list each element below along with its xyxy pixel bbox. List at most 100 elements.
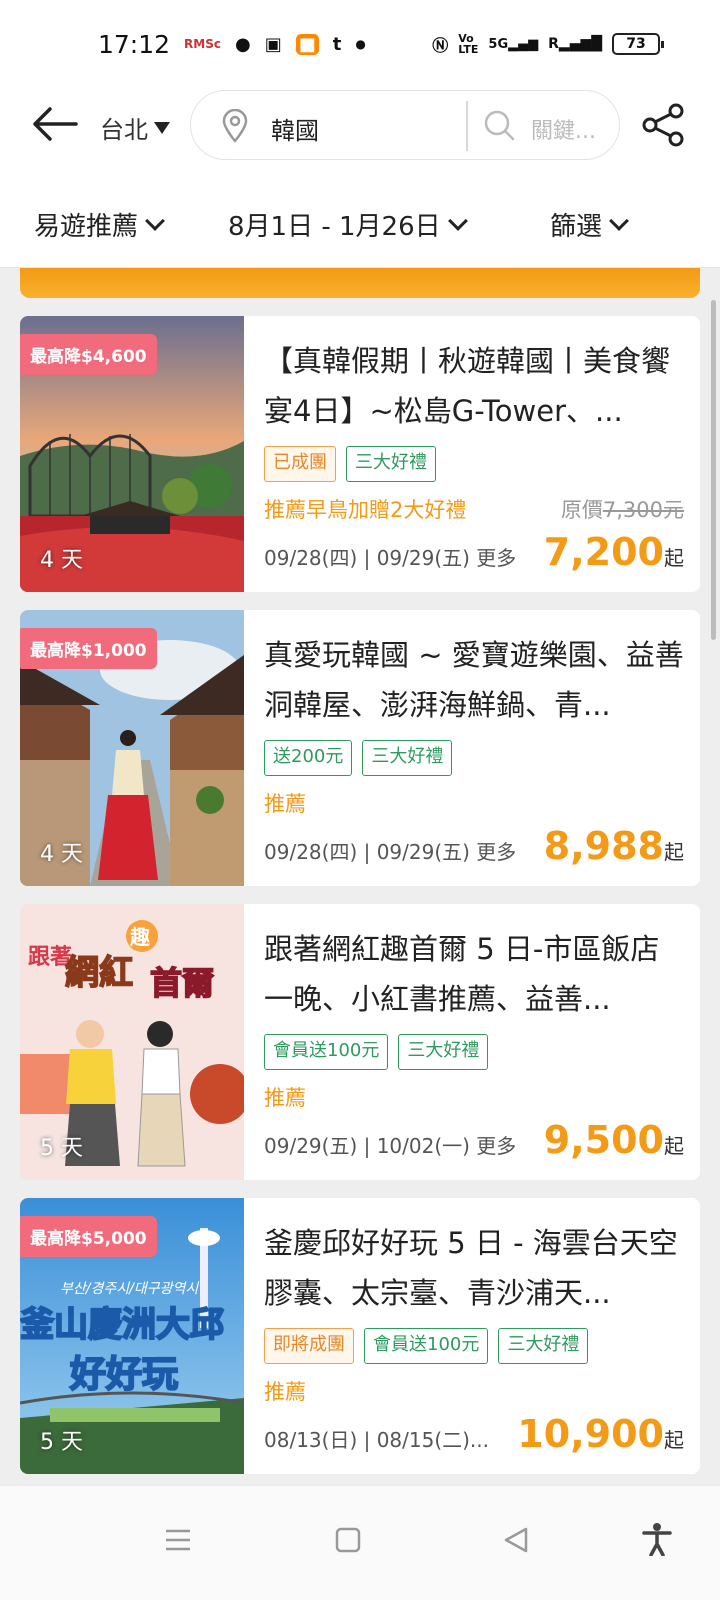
back-arrow-icon[interactable] [30, 104, 80, 144]
date-price-row: 08/13(日) | 08/15(二)... 10,900起 [264, 1412, 684, 1456]
tag: 已成團 [264, 446, 336, 482]
price-value: 7,200 [543, 530, 664, 574]
notification-icons: RMSc ● ▣ ■ t ● [184, 33, 366, 55]
tour-title[interactable]: 釜慶邱好好玩 5 日 - 海雲台天空膠囊、太宗臺、青沙浦天... [264, 1218, 684, 1318]
status-time: 17:12 [98, 29, 171, 59]
tour-title[interactable]: 【真韓假期丨秋遊韓國丨美食饗宴4日】~松島G-Tower、... [264, 336, 684, 436]
tour-title[interactable]: 跟著網紅趣首爾 5 日-市區飯店一晚、小紅書推薦、益善... [264, 924, 684, 1024]
filter-dropdown[interactable]: 篩選 [550, 206, 629, 243]
search-divider [466, 101, 468, 151]
filter-label: 篩選 [550, 212, 603, 242]
taobao-icon: ■ [295, 33, 319, 55]
price-value: 9,500 [543, 1118, 664, 1162]
departure-dates[interactable]: 09/28(四) | 09/29(五) 更多 [264, 836, 516, 865]
tag-list: 即將成團 會員送100元 三大好禮 [264, 1328, 684, 1364]
price-value: 8,988 [543, 824, 664, 868]
menu-icon[interactable] [164, 1526, 192, 1554]
thumb-text-seoul: 首爾 [150, 964, 214, 1002]
date-price-row: 09/29(五) | 10/02(一) 更多 9,500起 [264, 1118, 684, 1162]
thumb-text-korean: 부산/경주시/대구광역시 [60, 1281, 199, 1297]
tag-list: 送200元 三大好禮 [264, 740, 684, 776]
battery-icon: 73 [612, 33, 664, 55]
rms-notification-icon: RMSc [184, 37, 221, 51]
promo-line: 推薦 [264, 1376, 684, 1404]
tour-card[interactable]: 最高降$1,000 4 天 真愛玩韓國 ~ 愛寶遊樂園、益善洞韓屋、澎湃海鮮鍋、… [20, 610, 700, 886]
chat-icon: ● [234, 33, 251, 55]
price-suffix: 起 [664, 1428, 684, 1452]
original-price-value: 7,300元 [602, 498, 684, 522]
original-price: 原價7,300元 [561, 494, 684, 522]
tour-card[interactable]: 最高降$4,600 4 天 【真韓假期丨秋遊韓國丨美食饗宴4日】~松島G-Tow… [20, 316, 700, 592]
date-range-label: 8月1日 - 1月26日 [228, 212, 441, 242]
tour-info: 釜慶邱好好玩 5 日 - 海雲台天空膠囊、太宗臺、青沙浦天... 即將成團 會員… [264, 1218, 684, 1456]
date-range-dropdown[interactable]: 8月1日 - 1月26日 [228, 206, 468, 243]
chevron-down-icon [145, 210, 165, 231]
promo-banner-edge[interactable] [20, 268, 700, 298]
tour-card[interactable]: 부산/경주시/대구광역시 釜山慶洲大邱 好好玩 最高降$5,000 5 天 釜慶… [20, 1198, 700, 1474]
search-box[interactable]: 韓國 關鍵... [190, 90, 620, 160]
price: 8,988起 [544, 824, 684, 868]
city-label: 台北 [100, 116, 148, 144]
back-triangle-icon[interactable] [502, 1526, 530, 1554]
sort-dropdown[interactable]: 易遊推薦 [34, 206, 165, 243]
tour-thumbnail: 부산/경주시/대구광역시 釜山慶洲大邱 好好玩 最高降$5,000 5 天 [20, 1198, 244, 1474]
shopee-icon: ▣ [264, 33, 282, 55]
tour-title[interactable]: 真愛玩韓國 ~ 愛寶遊樂園、益善洞韓屋、澎湃海鮮鍋、青... [264, 630, 684, 730]
tag: 三大好禮 [362, 740, 453, 776]
nfc-icon: Ⓝ [432, 36, 449, 55]
promo-line: 推薦 [264, 1082, 684, 1110]
tour-thumbnail: 最高降$1,000 4 天 [20, 610, 244, 886]
tour-info: 【真韓假期丨秋遊韓國丨美食饗宴4日】~松島G-Tower、... 已成團 三大好… [264, 336, 684, 574]
thumb-text-qu: 趣 [129, 925, 151, 949]
thumb-text-haohaowan: 好好玩 [69, 1354, 178, 1395]
departure-dates[interactable]: 09/29(五) | 10/02(一) 更多 [264, 1130, 516, 1159]
thumb-text-busan: 釜山慶洲大邱 [20, 1305, 224, 1345]
tag: 三大好禮 [398, 1034, 489, 1070]
scrollbar[interactable] [711, 300, 716, 640]
accessibility-icon[interactable] [642, 1522, 672, 1556]
system-nav-bar [0, 1486, 720, 1600]
city-selector[interactable]: 台北 [100, 110, 170, 145]
chevron-down-icon [609, 210, 629, 231]
destination-text[interactable]: 韓國 [271, 111, 319, 146]
tour-card[interactable]: 跟著 網紅 首爾 趣 5 天 跟著網紅趣首爾 5 日-市區飯店一晚、小紅書推薦、… [20, 904, 700, 1180]
original-price-label: 原價 [560, 498, 603, 522]
tumblr-icon: t [332, 33, 342, 55]
location-pin-icon [222, 109, 248, 143]
tag-list: 會員送100元 三大好禮 [264, 1034, 684, 1070]
promo-text: 推薦 [264, 1380, 306, 1404]
duration-label: 4 天 [40, 842, 83, 867]
keyword-placeholder[interactable]: 關鍵... [531, 113, 596, 145]
tag: 三大好禮 [346, 446, 436, 482]
tour-info: 跟著網紅趣首爾 5 日-市區飯店一晚、小紅書推薦、益善... 會員送100元 三… [264, 924, 684, 1162]
promo-text: 推薦 [264, 1086, 306, 1110]
search-header: 台北 韓國 關鍵... [0, 88, 720, 172]
date-price-row: 09/28(四) | 09/29(五) 更多 7,200起 [264, 530, 684, 574]
thumb-text-wanghong: 網紅 [65, 953, 133, 993]
tag: 送200元 [264, 740, 353, 776]
price: 7,200起 [544, 530, 684, 574]
share-icon[interactable] [640, 102, 686, 148]
departure-dates[interactable]: 08/13(日) | 08/15(二)... [264, 1424, 489, 1453]
home-square-icon[interactable] [334, 1526, 362, 1554]
signal-icon: R▂▄▆█ [548, 36, 602, 52]
status-bar: 17:12 RMSc ● ▣ ■ t ● Ⓝ Vo LTE 5G▂▄▆ R▂▄▆█… [0, 0, 720, 88]
discount-badge: 最高降$4,600 [20, 334, 157, 375]
chevron-down-icon [447, 210, 468, 231]
tag: 會員送100元 [264, 1034, 389, 1070]
sort-label: 易遊推薦 [34, 212, 139, 242]
price-value: 10,900 [517, 1412, 664, 1456]
duration-label: 4 天 [40, 548, 83, 573]
tour-thumbnail: 跟著 網紅 首爾 趣 5 天 [20, 904, 244, 1180]
duration-label: 5 天 [40, 1136, 83, 1161]
filter-bar: 易遊推薦 8月1日 - 1月26日 篩選 [0, 172, 720, 268]
date-price-row: 09/28(四) | 09/29(五) 更多 8,988起 [264, 824, 684, 868]
duration-label: 5 天 [40, 1430, 83, 1455]
caret-down-icon [154, 121, 170, 134]
tour-info: 真愛玩韓國 ~ 愛寶遊樂園、益善洞韓屋、澎湃海鮮鍋、青... 送200元 三大好… [264, 630, 684, 868]
departure-dates[interactable]: 09/28(四) | 09/29(五) 更多 [264, 542, 516, 571]
search-icon [484, 110, 515, 141]
price-suffix: 起 [664, 1134, 684, 1158]
discount-badge: 最高降$5,000 [20, 1216, 157, 1257]
promo-line: 推薦早鳥加贈2大好禮 原價7,300元 [264, 494, 684, 522]
